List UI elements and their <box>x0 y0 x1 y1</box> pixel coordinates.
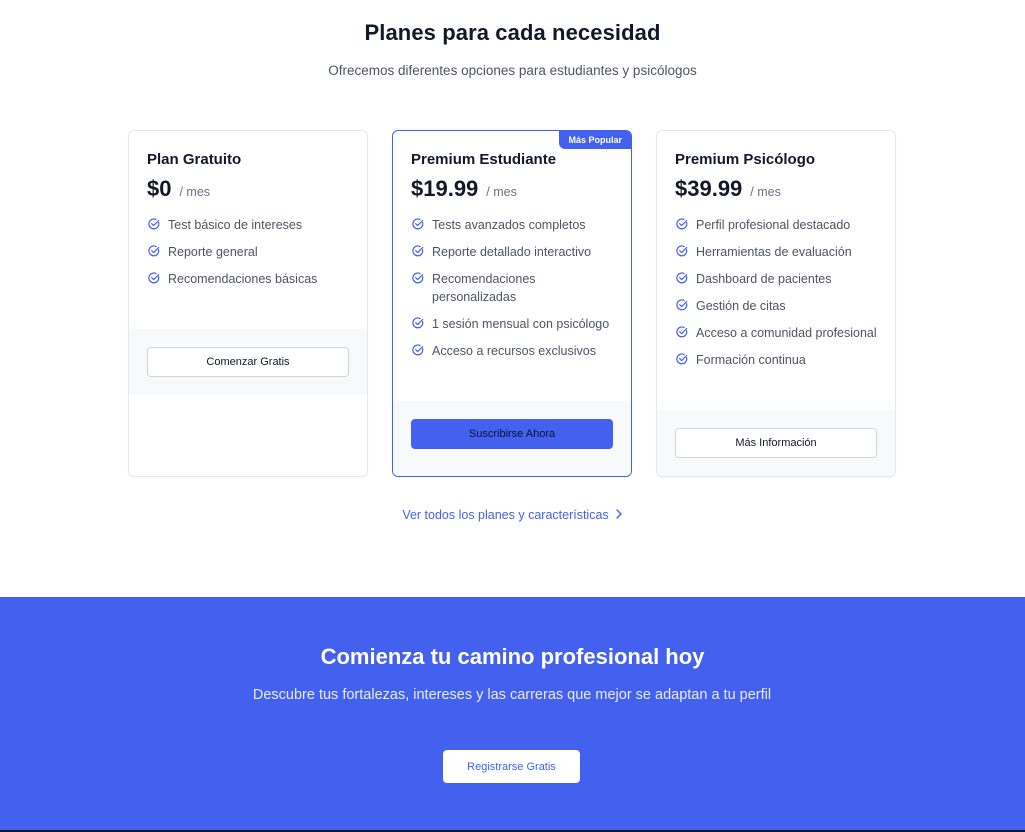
check-circle-icon <box>676 218 688 230</box>
card-footer: Suscribirse Ahora <box>393 401 631 476</box>
more-info-button[interactable]: Más Información <box>675 428 877 458</box>
feature-text: Herramientas de evaluación <box>696 245 852 259</box>
feature-item: Acceso a comunidad profesional <box>675 324 877 342</box>
check-circle-icon <box>412 245 424 257</box>
check-circle-icon <box>412 317 424 329</box>
feature-text: Acceso a recursos exclusivos <box>432 344 596 358</box>
card-footer: Comenzar Gratis <box>129 329 367 395</box>
feature-text: Perfil profesional destacado <box>696 218 851 232</box>
feature-text: Recomendaciones personalizadas <box>432 272 536 304</box>
plan-price: $0 <box>147 176 172 201</box>
plan-name: Plan Gratuito <box>147 151 242 168</box>
section-title: Planes para cada necesidad <box>364 20 661 45</box>
popular-badge: Más Popular <box>559 131 631 149</box>
feature-item: Gestión de citas <box>675 297 877 315</box>
cta-section: Comienza tu camino profesional hoy Descu… <box>0 597 1025 832</box>
card-footer: Más Información <box>657 410 895 476</box>
feature-text: Dashboard de pacientes <box>696 272 832 286</box>
chevron-right-icon <box>615 508 623 522</box>
feature-list: Tests avanzados completos Reporte detall… <box>411 216 613 360</box>
feature-item: Acceso a recursos exclusivos <box>411 342 613 360</box>
plan-price: $19.99 <box>411 176 479 201</box>
feature-text: Acceso a comunidad profesional <box>696 326 877 340</box>
check-circle-icon <box>676 245 688 257</box>
feature-text: Reporte general <box>168 245 258 259</box>
feature-text: Recomendaciones básicas <box>168 272 318 286</box>
feature-item: Perfil profesional destacado <box>675 216 877 234</box>
feature-list: Perfil profesional destacado Herramienta… <box>675 216 877 369</box>
pricing-section: Planes para cada necesidad Ofrecemos dif… <box>0 0 1025 597</box>
all-plans-link-text: Ver todos los planes y características <box>402 508 609 522</box>
all-plans-link[interactable]: Ver todos los planes y características <box>0 508 1025 522</box>
check-circle-icon <box>412 272 424 284</box>
cta-description: Descubre tus fortalezas, intereses y las… <box>252 687 772 703</box>
check-circle-icon <box>676 353 688 365</box>
check-circle-icon <box>148 245 160 257</box>
feature-item: Reporte general <box>147 243 349 261</box>
feature-item: Herramientas de evaluación <box>675 243 877 261</box>
check-circle-icon <box>676 326 688 338</box>
feature-item: Formación continua <box>675 351 877 369</box>
plan-period: / mes <box>179 185 211 199</box>
feature-item: Recomendaciones personalizadas <box>411 270 613 306</box>
subscribe-button[interactable]: Suscribirse Ahora <box>411 419 613 449</box>
feature-item: Reporte detallado interactivo <box>411 243 613 261</box>
plan-card-psychologist: Premium Psicólogo $39.99 / mes Perfil pr… <box>656 130 896 477</box>
register-free-button[interactable]: Registrarse Gratis <box>443 750 580 783</box>
check-circle-icon <box>676 299 688 311</box>
plan-name: Premium Psicólogo <box>675 151 816 168</box>
check-circle-icon <box>148 272 160 284</box>
plan-period: / mes <box>750 185 781 199</box>
section-subtitle: Ofrecemos diferentes opciones para estud… <box>328 63 697 78</box>
start-free-button[interactable]: Comenzar Gratis <box>147 347 349 377</box>
plan-card-student: Más Popular Premium Estudiante $19.99 / … <box>392 130 632 477</box>
plan-price: $39.99 <box>675 176 743 201</box>
check-circle-icon <box>412 344 424 356</box>
feature-text: Test básico de intereses <box>168 218 303 232</box>
plan-period: / mes <box>486 185 517 199</box>
check-circle-icon <box>148 218 160 230</box>
feature-item: Tests avanzados completos <box>411 216 613 234</box>
cta-title: Comienza tu camino profesional hoy <box>320 644 705 669</box>
feature-text: Tests avanzados completos <box>432 218 586 232</box>
feature-text: 1 sesión mensual con psicólogo <box>432 317 610 331</box>
feature-text: Gestión de citas <box>696 299 786 313</box>
feature-item: Recomendaciones básicas <box>147 270 349 288</box>
feature-item: 1 sesión mensual con psicólogo <box>411 315 613 333</box>
plan-card-free: Plan Gratuito $0 / mes Test básico de in… <box>128 130 368 477</box>
feature-text: Formación continua <box>696 353 806 367</box>
check-circle-icon <box>676 272 688 284</box>
feature-item: Test básico de intereses <box>147 216 349 234</box>
feature-item: Dashboard de pacientes <box>675 270 877 288</box>
feature-text: Reporte detallado interactivo <box>432 245 592 259</box>
feature-list: Test básico de intereses Reporte general… <box>147 216 349 288</box>
check-circle-icon <box>412 218 424 230</box>
plan-name: Premium Estudiante <box>411 151 557 168</box>
